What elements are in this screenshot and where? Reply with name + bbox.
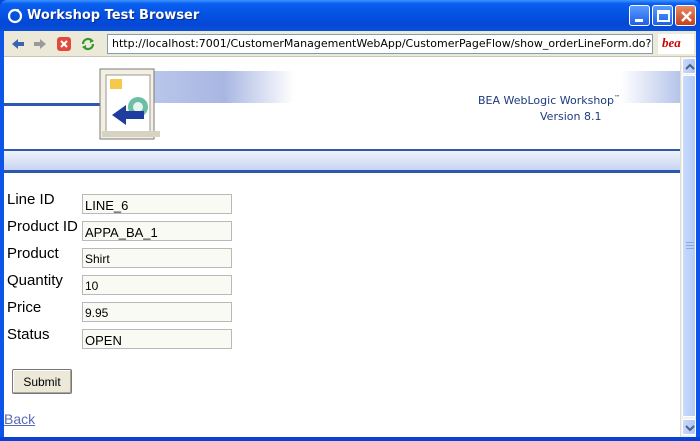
refresh-icon[interactable] — [80, 36, 96, 52]
maximize-icon — [657, 10, 670, 22]
scrollbar-thumb[interactable] — [682, 75, 696, 417]
quantity-field[interactable]: 10 — [82, 275, 232, 295]
navigation-toolbar: http://localhost:7001/CustomerManagement… — [4, 31, 696, 57]
form-row-status: Status OPEN — [7, 326, 307, 353]
status-field[interactable]: OPEN — [82, 329, 232, 349]
scroll-up-button[interactable] — [682, 58, 696, 74]
form-row-product: Product Shirt — [7, 245, 307, 272]
banner-stripe — [4, 149, 680, 173]
product-field[interactable]: Shirt — [82, 248, 232, 268]
vertical-scrollbar[interactable] — [680, 57, 696, 437]
close-button[interactable] — [675, 5, 696, 26]
window-title: Workshop Test Browser — [27, 8, 200, 23]
browser-window: Workshop Test Browser http://localhost:7… — [0, 0, 700, 441]
product-version: Version 8.1 — [540, 110, 602, 123]
app-refresh-icon — [7, 8, 23, 24]
line-id-label: Line ID — [7, 191, 55, 208]
chevron-down-icon — [685, 425, 695, 432]
product-label: Product — [7, 245, 59, 262]
close-icon — [681, 11, 692, 22]
bea-logo-text: bea — [662, 35, 681, 50]
status-label: Status — [7, 326, 50, 343]
product-name: BEA WebLogic Workshop™ — [478, 94, 621, 107]
minimize-button[interactable] — [629, 5, 650, 26]
quantity-label: Quantity — [7, 272, 63, 289]
page-content: BEA WebLogic Workshop™ Version 8.1 Line … — [4, 57, 680, 437]
chevron-up-icon — [685, 63, 695, 70]
price-field[interactable]: 9.95 — [82, 302, 232, 322]
back-arrow-icon[interactable] — [10, 36, 26, 52]
back-link[interactable]: Back — [4, 411, 35, 427]
header-banner: BEA WebLogic Workshop™ Version 8.1 — [4, 57, 680, 175]
product-id-field[interactable]: APPA_BA_1 — [82, 221, 232, 241]
form-row-quantity: Quantity 10 — [7, 272, 307, 299]
window-bottom-border — [0, 437, 700, 441]
minimize-icon — [635, 19, 643, 22]
line-id-field[interactable]: LINE_6 — [82, 194, 232, 214]
submit-button[interactable]: Submit — [12, 369, 72, 394]
order-line-form: Line ID LINE_6 Product ID APPA_BA_1 Prod… — [7, 191, 307, 353]
grip-icon — [686, 242, 694, 249]
product-id-label: Product ID — [7, 218, 78, 235]
price-label: Price — [7, 299, 42, 316]
address-input[interactable]: http://localhost:7001/CustomerManagement… — [107, 34, 653, 54]
form-row-product-id: Product ID APPA_BA_1 — [7, 218, 307, 245]
form-row-price: Price 9.95 — [7, 299, 307, 326]
title-bar[interactable]: Workshop Test Browser — [0, 0, 700, 31]
forward-arrow-icon[interactable] — [32, 36, 48, 52]
form-row-line-id: Line ID LINE_6 — [7, 191, 307, 218]
scroll-down-button[interactable] — [682, 419, 696, 435]
bea-logo: bea — [658, 34, 694, 54]
stop-icon[interactable] — [56, 36, 72, 52]
maximize-button[interactable] — [652, 5, 673, 26]
